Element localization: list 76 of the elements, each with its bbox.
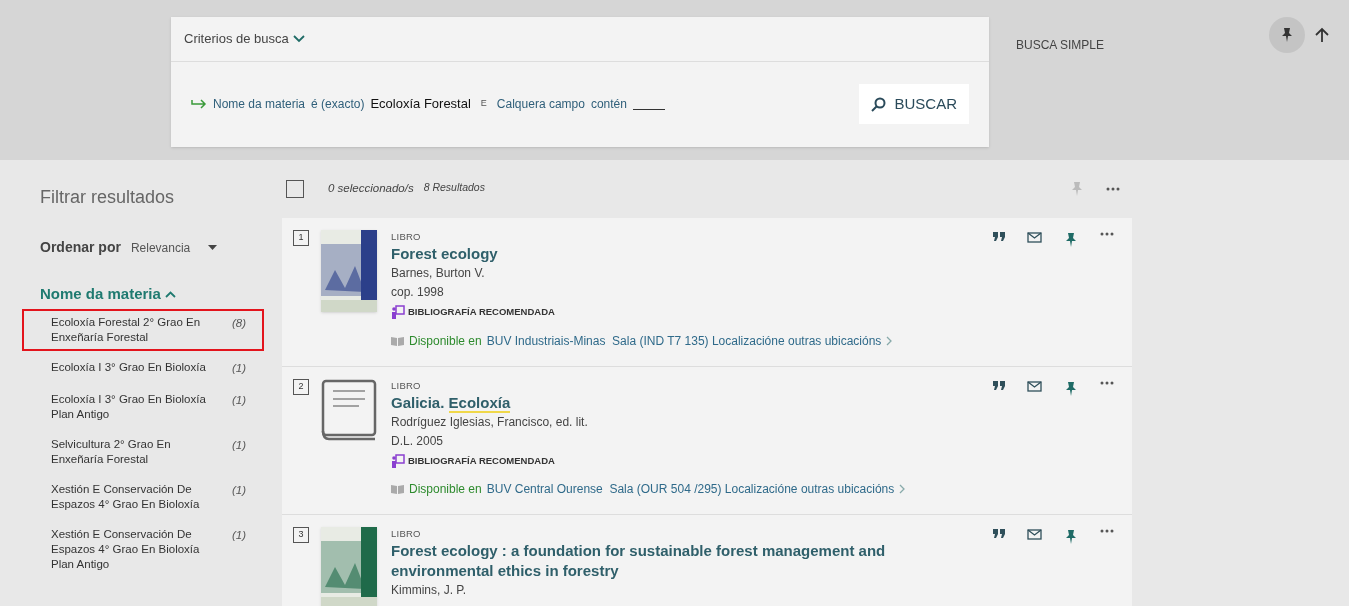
facet-count: (1) xyxy=(231,360,246,376)
facet-count: (1) xyxy=(231,392,246,408)
selected-count: 0 seleccionado/s xyxy=(328,181,414,197)
more-icon[interactable] xyxy=(1106,187,1120,191)
criterion-value: Ecoloxía Forestal xyxy=(370,95,471,114)
result-number: 3 xyxy=(293,527,309,543)
chevron-down-icon[interactable] xyxy=(292,35,305,43)
result-detail: Rodríguez Iglesias, Francisco, ed. lit. xyxy=(391,413,589,431)
criterion-field: Calquera campo xyxy=(496,95,585,113)
facet-count: (1) xyxy=(231,437,246,453)
result-type: LIBRO xyxy=(391,378,422,393)
chevron-up-icon[interactable] xyxy=(164,290,176,298)
facet-count: (8) xyxy=(231,315,246,331)
facet-label: Ecoloxía I 3° Grao En Bioloxía xyxy=(51,359,207,375)
select-all-checkbox[interactable] xyxy=(286,180,304,198)
facet-item[interactable]: Selvicultura 2° Grao En Enxeñaría Forestal (1) xyxy=(22,430,264,473)
result-detail: Kimmins, J. P. xyxy=(391,582,468,600)
criterion-operator: contén xyxy=(590,96,627,113)
more-icon[interactable] xyxy=(1100,232,1114,236)
mail-icon[interactable] xyxy=(1027,529,1042,540)
arrow-right-icon xyxy=(191,99,207,109)
result-title[interactable]: Forest ecology xyxy=(391,244,981,265)
search-criteria-title[interactable]: Criterios de busca xyxy=(184,29,289,49)
book-open-icon xyxy=(391,335,404,346)
arrow-up-icon[interactable] xyxy=(1315,27,1329,43)
caret-icon xyxy=(208,245,218,250)
joiner: E xyxy=(480,97,487,111)
sort-dropdown[interactable]: Relevancia xyxy=(130,238,218,257)
facet-item[interactable]: Ecoloxía I 3° Grao En Bioloxía (1) xyxy=(22,353,264,383)
facet-count: (1) xyxy=(231,527,246,543)
book-icon xyxy=(321,378,377,441)
quote-icon[interactable] xyxy=(993,529,1005,538)
results-count: 8 Resultados xyxy=(423,180,485,196)
pin-toggle[interactable] xyxy=(1269,17,1305,53)
facet-item[interactable]: Xestión E Conservación De Espazos 4° Grao En Bioloxía (1) xyxy=(22,475,264,518)
quote-icon[interactable] xyxy=(993,380,1005,390)
search-button[interactable]: BUSCAR xyxy=(859,84,969,124)
simple-search-link[interactable]: BUSCA SIMPLE xyxy=(1016,36,1105,54)
result-number: 1 xyxy=(293,230,309,246)
search-icon xyxy=(871,96,887,112)
result-type: LIBRO xyxy=(391,230,422,244)
facet-label: Xestión E Conservación De Espazos 4° Grao En Bioloxía xyxy=(51,481,201,512)
result-title[interactable]: Forest ecology : a foundation for sustainable forest management and environmental ethics in forestry xyxy=(391,541,981,582)
facet-item[interactable]: Ecoloxía Forestal 2° Grao En Enxeñaría Forestal (8) xyxy=(22,308,264,351)
location-link[interactable]: BUV Central Ourense Sala (OUR 504 /295) Localizacióne outras ubicacións xyxy=(486,480,895,498)
more-icon[interactable] xyxy=(1100,529,1114,533)
book-open-icon xyxy=(391,484,404,494)
facet-title[interactable]: Nome da materia xyxy=(40,283,161,306)
facet-label: Ecoloxía Forestal 2° Grao En Enxeñaría Forestal xyxy=(51,314,202,345)
facet-label: Xestión E Conservación De Espazos 4° Grao En Bioloxía Plan Antigo xyxy=(51,526,201,572)
mail-icon[interactable] xyxy=(1027,380,1042,392)
result-detail: D.L. 2005 xyxy=(391,432,445,450)
result-title[interactable]: Galicia. Ecoloxía xyxy=(391,392,981,413)
facet-label: Selvicultura 2° Grao En Enxeñaría Forestal xyxy=(51,436,172,467)
result-number: 2 xyxy=(293,378,309,395)
criterion-field: Nome da materia xyxy=(213,95,306,113)
availability-status: Disponible en xyxy=(409,481,482,498)
facet-item[interactable]: Ecoloxía I 3° Grao En Bioloxía Plan Antigo (1) xyxy=(22,385,264,428)
presenter-icon xyxy=(391,305,405,320)
facet-count: (1) xyxy=(231,482,246,498)
result-tag: BIBLIOGRAFÍA RECOMENDADA xyxy=(408,453,555,468)
result-detail: Barnes, Burton V. xyxy=(391,265,486,283)
result-detail: cop. 1998 xyxy=(391,284,445,302)
presenter-icon xyxy=(391,453,405,468)
quote-icon[interactable] xyxy=(993,232,1005,241)
more-icon[interactable] xyxy=(1100,380,1114,385)
sort-label: Ordenar por xyxy=(40,238,121,257)
filter-title: Filtrar resultados xyxy=(40,186,176,209)
mail-icon[interactable] xyxy=(1027,232,1042,243)
location-link[interactable]: BUV Industriais-Minas Sala (IND T7 135) Localizacióne outras ubicacións xyxy=(486,331,882,350)
facet-label: Ecoloxía I 3° Grao En Bioloxía Plan Antigo xyxy=(51,391,207,422)
facet-item[interactable]: Xestión E Conservación De Espazos 4° Grao En Bioloxía Plan Antigo (1) xyxy=(22,520,264,578)
result-type: LIBRO xyxy=(391,527,422,541)
criterion-operator: é (exacto) xyxy=(311,96,365,113)
result-tag: BIBLIOGRAFÍA RECOMENDADA xyxy=(408,305,555,320)
availability-status: Disponible en xyxy=(409,332,482,350)
